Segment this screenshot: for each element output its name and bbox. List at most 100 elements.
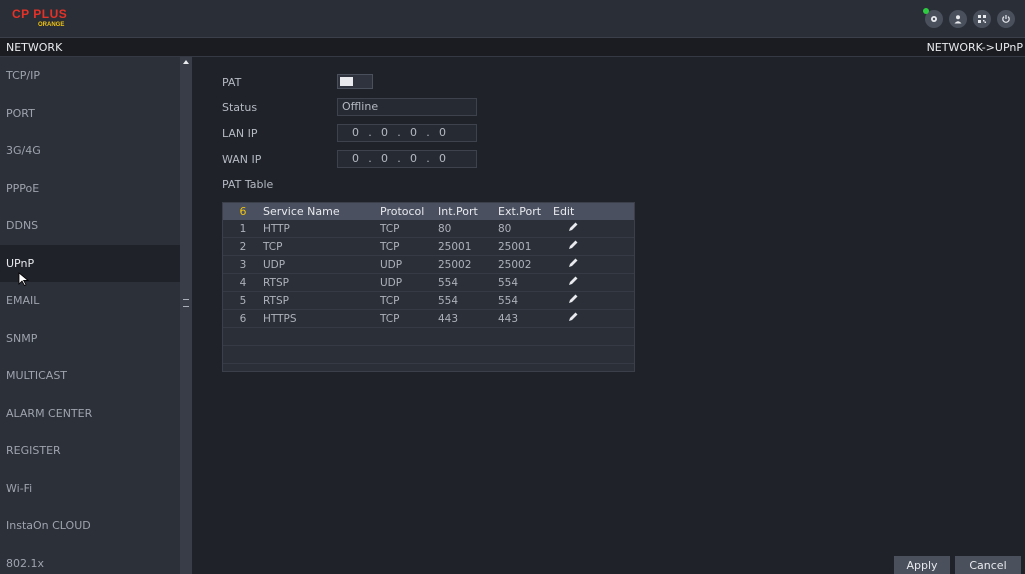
scroll-thumb[interactable]: [183, 299, 189, 307]
toggle-knob: [340, 77, 353, 86]
row-num: 6: [239, 312, 247, 325]
edit-pencil-icon[interactable]: [567, 311, 579, 323]
table-row[interactable]: 2 TCP TCP 25001 25001: [223, 238, 634, 256]
ip-octet[interactable]: 0: [406, 125, 421, 141]
sidebar-item-label: MULTICAST: [6, 369, 68, 383]
row-ext-port: 80: [498, 222, 512, 235]
row-protocol: TCP: [380, 312, 400, 325]
power-icon[interactable]: [997, 10, 1015, 28]
camera-status-icon[interactable]: [923, 8, 943, 28]
row-ext-port: 25002: [498, 258, 532, 271]
col-ext-port: Ext.Port: [498, 205, 542, 218]
sidebar-item-snmp[interactable]: SNMP: [0, 320, 180, 358]
row-service-name: UDP: [263, 258, 286, 271]
sidebar-item-register[interactable]: REGISTER: [0, 432, 180, 470]
row-service-name: HTTPS: [263, 312, 297, 325]
lan-ip-field[interactable]: 0. 0. 0. 0: [337, 124, 477, 142]
ip-octet[interactable]: 0: [406, 151, 421, 167]
row-protocol: TCP: [380, 222, 400, 235]
mouse-cursor-icon: [18, 272, 30, 286]
row-ext-port: 554: [498, 276, 519, 289]
table-row[interactable]: 1 HTTP TCP 80 80: [223, 220, 634, 238]
sidebar-item-port[interactable]: PORT: [0, 95, 180, 133]
row-int-port: 554: [438, 294, 459, 307]
lan-ip-label: LAN IP: [222, 127, 258, 140]
sidebar-item-label: TCP/IP: [6, 69, 40, 83]
logo-brand-text: CP PLUS: [12, 7, 68, 21]
sidebar-item-3g-4g[interactable]: 3G/4G: [0, 132, 180, 170]
table-row[interactable]: 3 UDP UDP 25002 25002: [223, 256, 634, 274]
row-protocol: UDP: [380, 258, 403, 271]
qr-code-icon[interactable]: [973, 10, 991, 28]
edit-pencil-icon[interactable]: [567, 257, 579, 269]
sidebar-nav: TCP/IP PORT 3G/4G PPPoE DDNS UPnP EMAIL …: [0, 57, 180, 574]
user-icon[interactable]: [949, 10, 967, 28]
top-bar: CP PLUS ORANGE: [0, 0, 1025, 38]
pat-label: PAT: [222, 76, 242, 89]
ip-octet[interactable]: 0: [435, 125, 450, 141]
row-ext-port: 25001: [498, 240, 532, 253]
table-row[interactable]: 6 HTTPS TCP 443 443: [223, 310, 634, 328]
sidebar-item-label: 802.1x: [6, 556, 45, 570]
row-num: 2: [239, 240, 247, 253]
row-service-name: RTSP: [263, 276, 289, 289]
ip-octet[interactable]: 0: [435, 151, 450, 167]
table-row[interactable]: 5 RTSP TCP 554 554: [223, 292, 634, 310]
col-protocol: Protocol: [380, 205, 425, 218]
apply-button[interactable]: Apply: [894, 556, 950, 574]
cancel-button[interactable]: Cancel: [955, 556, 1021, 574]
sidebar-item-label: EMAIL: [6, 294, 40, 308]
edit-pencil-icon[interactable]: [567, 275, 579, 287]
sidebar-item-label: DDNS: [6, 219, 39, 233]
row-int-port: 80: [438, 222, 452, 235]
table-header: 6 Service Name Protocol Int.Port Ext.Por…: [223, 203, 634, 220]
breadcrumb: NETWORK->UPnP: [926, 41, 1023, 54]
ip-octet[interactable]: 0: [377, 151, 392, 167]
edit-pencil-icon[interactable]: [567, 293, 579, 305]
sidebar-item-label: InstaOn CLOUD: [6, 519, 91, 533]
ip-octet[interactable]: 0: [348, 151, 363, 167]
row-protocol: TCP: [380, 240, 400, 253]
sidebar-item-multicast[interactable]: MULTICAST: [0, 357, 180, 395]
edit-pencil-icon[interactable]: [567, 221, 579, 233]
cp-plus-logo: CP PLUS ORANGE: [12, 7, 84, 33]
sidebar-item-label: SNMP: [6, 331, 38, 345]
sidebar-item-label: REGISTER: [6, 444, 61, 458]
row-protocol: TCP: [380, 294, 400, 307]
row-int-port: 443: [438, 312, 459, 325]
row-num: 4: [239, 276, 247, 289]
sidebar-item-ddns[interactable]: DDNS: [0, 207, 180, 245]
ip-octet[interactable]: 0: [377, 125, 392, 141]
sidebar-item-802-1x[interactable]: 802.1x: [0, 545, 180, 574]
sidebar-item-instaon-cloud[interactable]: InstaOn CLOUD: [0, 507, 180, 545]
sidebar-item-tcp-ip[interactable]: TCP/IP: [0, 57, 180, 95]
table-row[interactable]: 4 RTSP UDP 554 554: [223, 274, 634, 292]
wan-ip-field[interactable]: 0. 0. 0. 0: [337, 150, 477, 168]
row-int-port: 25001: [438, 240, 472, 253]
col-edit: Edit: [553, 205, 575, 218]
sidebar-item-label: Wi-Fi: [6, 481, 33, 495]
pat-toggle[interactable]: [337, 74, 373, 89]
pat-table: 6 Service Name Protocol Int.Port Ext.Por…: [222, 202, 635, 372]
row-num: 5: [239, 294, 247, 307]
sidebar-item-wifi[interactable]: Wi-Fi: [0, 470, 180, 508]
status-label: Status: [222, 101, 258, 114]
row-service-name: TCP: [263, 240, 283, 253]
upnp-panel: PAT Status Offline LAN IP 0. 0. 0. 0 WAN…: [192, 57, 1025, 574]
sidebar-item-label: ALARM CENTER: [6, 406, 93, 420]
row-protocol: UDP: [380, 276, 403, 289]
row-int-port: 25002: [438, 258, 472, 271]
row-num: 1: [239, 222, 247, 235]
edit-pencil-icon[interactable]: [567, 239, 579, 251]
sidebar-item-alarm-center[interactable]: ALARM CENTER: [0, 395, 180, 433]
page-title: NETWORK: [6, 41, 63, 54]
col-int-port: Int.Port: [438, 205, 478, 218]
sidebar-scrollbar[interactable]: [180, 57, 192, 574]
row-ext-port: 554: [498, 294, 519, 307]
top-icon-group: [923, 8, 1015, 28]
sidebar-item-pppoe[interactable]: PPPoE: [0, 170, 180, 208]
ip-octet[interactable]: 0: [348, 125, 363, 141]
row-num: 3: [239, 258, 247, 271]
sidebar-item-email[interactable]: EMAIL: [0, 282, 180, 320]
scroll-up-arrow-icon[interactable]: [180, 59, 192, 69]
